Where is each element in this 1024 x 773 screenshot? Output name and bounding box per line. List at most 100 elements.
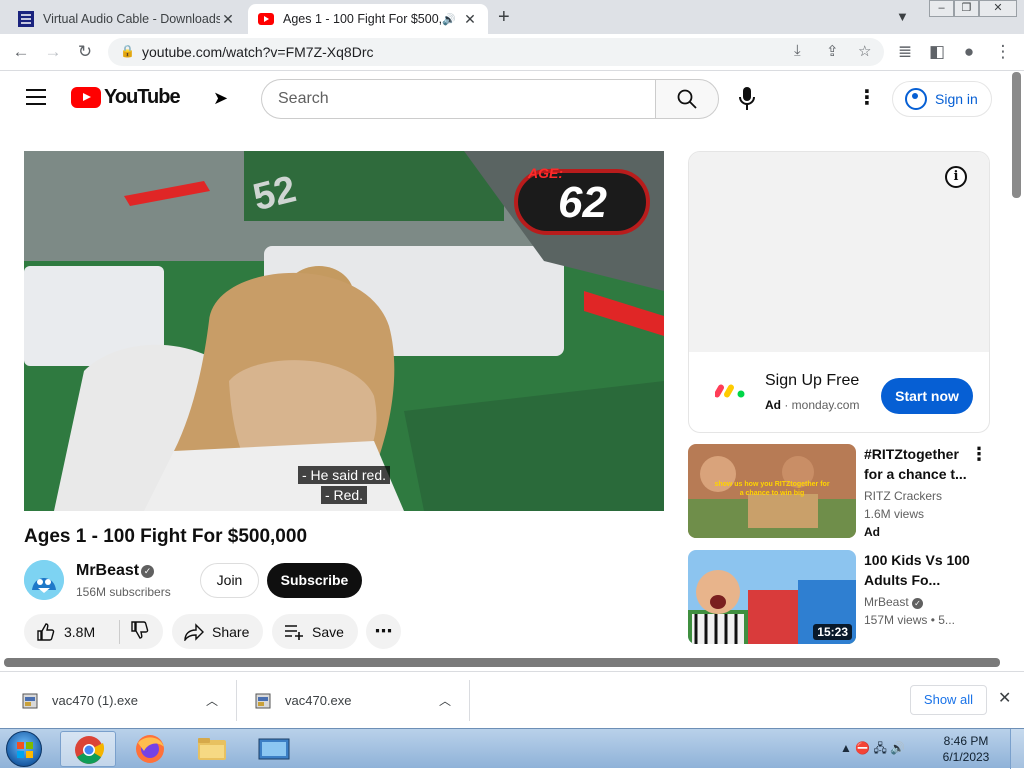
- forward-icon[interactable]: →: [40, 40, 66, 66]
- verified-badge-icon: ✓: [141, 565, 154, 578]
- more-vert-icon[interactable]: ⋮: [970, 444, 988, 465]
- video-title: Ages 1 - 100 Fight For $500,000: [24, 526, 308, 547]
- new-tab-button[interactable]: +: [498, 6, 510, 29]
- sign-in-button[interactable]: Sign in: [892, 81, 992, 117]
- monday-logo-icon: [715, 384, 745, 398]
- tab-search-chevron-icon[interactable]: ▼: [896, 9, 909, 24]
- reload-icon[interactable]: ↻: [72, 40, 98, 66]
- recommendation-thumbnail[interactable]: 15:23: [688, 550, 856, 644]
- tab-youtube-video[interactable]: Ages 1 - 100 Fight For $500,000 🔊 ✕: [248, 4, 488, 34]
- recommendation-title[interactable]: 100 Kids Vs 100 Adults Fo...: [864, 550, 972, 590]
- download-shelf: vac470 (1).exe ︿ vac470.exe ︿ Show all ✕: [0, 671, 1024, 728]
- search-input[interactable]: Search: [261, 79, 656, 119]
- sign-in-label: Sign in: [935, 91, 978, 107]
- download-options-chevron-icon[interactable]: ︿: [439, 692, 451, 709]
- system-tray[interactable]: ▲ ⛔ 🖧 🔊: [840, 739, 905, 760]
- search-button[interactable]: [655, 79, 719, 119]
- save-label: Save: [312, 623, 344, 640]
- guide-menu-icon[interactable]: [26, 89, 46, 110]
- firefox-icon: [136, 735, 164, 763]
- tab-virtual-audio-cable[interactable]: Virtual Audio Cable - Downloads ✕: [8, 4, 246, 34]
- share-page-icon[interactable]: ⇪: [826, 42, 839, 60]
- youtube-logo-text: YouTube: [104, 86, 181, 108]
- ad-card[interactable]: i Sign Up Free Ad · monday.com Start now: [688, 151, 990, 433]
- url-text[interactable]: youtube.com/watch?v=FM7Z-Xq8Drc: [142, 44, 373, 60]
- vac-favicon-icon: [18, 11, 34, 27]
- system-clock[interactable]: 8:46 PM 6/1/2023: [938, 733, 994, 765]
- thumbnail-caption: show us how you RITZtogether for a chanc…: [714, 481, 830, 497]
- save-button[interactable]: Save: [272, 614, 358, 649]
- download-options-chevron-icon[interactable]: ︿: [206, 692, 218, 709]
- close-shelf-icon[interactable]: ✕: [998, 688, 1011, 708]
- chrome-menu-icon[interactable]: ⋮: [990, 40, 1016, 66]
- maximize-button[interactable]: ❐: [954, 0, 979, 17]
- join-button[interactable]: Join: [200, 563, 259, 598]
- folder-icon: [198, 738, 226, 760]
- share-button[interactable]: Share: [172, 614, 263, 649]
- thumbs-up-icon: [37, 622, 55, 641]
- start-button[interactable]: [6, 731, 42, 767]
- show-all-downloads-button[interactable]: Show all: [910, 685, 987, 715]
- recommendation-item[interactable]: show us how you RITZtogether for a chanc…: [688, 444, 990, 540]
- download-item[interactable]: vac470.exe ︿: [255, 672, 465, 729]
- shelf-divider: [469, 680, 470, 721]
- channel-avatar[interactable]: [24, 560, 64, 600]
- settings-more-icon[interactable]: ⋮: [857, 88, 877, 108]
- playlist-add-icon: [285, 624, 303, 640]
- ad-media[interactable]: [689, 152, 989, 352]
- download-item[interactable]: vac470 (1).exe ︿: [22, 672, 232, 729]
- more-horizontal-icon: ⋯: [374, 621, 393, 641]
- side-panel-icon[interactable]: ◧: [924, 40, 950, 66]
- recommendation-channel: RITZ Crackers: [864, 489, 942, 503]
- media-controls-icon[interactable]: ≣: [892, 40, 918, 66]
- bookmark-star-icon[interactable]: ☆: [858, 42, 871, 60]
- ad-cta-button[interactable]: Start now: [881, 378, 973, 414]
- channel-name[interactable]: MrBeast: [76, 562, 139, 580]
- browser-toolbar: ← → ↻ 🔒 youtube.com/watch?v=FM7Z-Xq8Drc …: [0, 34, 1024, 71]
- microphone-icon[interactable]: [737, 86, 757, 112]
- recommendation-view-count: 157M views: [864, 613, 928, 627]
- horizontal-scrollbar[interactable]: [4, 658, 1000, 667]
- taskbar-display[interactable]: [246, 731, 302, 767]
- thumbs-down-icon: [131, 621, 149, 639]
- ad-info-icon[interactable]: i: [945, 166, 967, 188]
- video-player[interactable]: 52 AGE: 62 - He said red. - Red.: [24, 151, 664, 511]
- windows-taskbar: ▲ ⛔ 🖧 🔊 8:46 PM 6/1/2023: [0, 728, 1024, 769]
- tab-close-icon[interactable]: ✕: [220, 11, 236, 28]
- clock-date: 6/1/2023: [942, 750, 990, 764]
- show-desktop-button[interactable]: [1010, 729, 1024, 769]
- speaker-icon[interactable]: 🔊: [442, 13, 456, 26]
- mouse-cursor-icon: ➤: [213, 88, 229, 108]
- clock-time: 8:46 PM: [943, 734, 989, 748]
- ad-headline[interactable]: Sign Up Free: [765, 372, 859, 390]
- download-filename: vac470 (1).exe: [52, 693, 138, 708]
- search-icon: [677, 89, 697, 109]
- address-bar[interactable]: 🔒 youtube.com/watch?v=FM7Z-Xq8Drc ⤓ ⇪ ☆: [108, 38, 884, 66]
- tab-close-icon[interactable]: ✕: [462, 11, 478, 28]
- age-badge-value: 62: [558, 178, 607, 227]
- minimize-button[interactable]: –: [929, 0, 954, 17]
- video-duration: 15:23: [813, 624, 852, 640]
- recommendation-title[interactable]: #RITZtogether for a chance t...: [864, 444, 972, 484]
- taskbar-explorer[interactable]: [184, 731, 240, 767]
- verified-badge-icon: ✓: [912, 598, 924, 609]
- subscribe-button[interactable]: Subscribe: [267, 563, 362, 598]
- close-window-button[interactable]: ✕: [979, 0, 1017, 17]
- recommendation-thumbnail[interactable]: show us how you RITZtogether for a chanc…: [688, 444, 856, 538]
- share-arrow-icon: [184, 622, 204, 641]
- install-app-icon[interactable]: ⤓: [794, 42, 801, 59]
- taskbar-firefox[interactable]: [122, 731, 178, 767]
- taskbar-chrome[interactable]: [60, 731, 116, 767]
- lock-icon[interactable]: 🔒: [120, 44, 135, 58]
- recommendation-item[interactable]: 15:23 100 Kids Vs 100 Adults Fo... MrBea…: [688, 550, 990, 646]
- like-count: 3.8M: [64, 623, 96, 640]
- youtube-logo[interactable]: YouTube: [71, 86, 181, 109]
- dislike-button[interactable]: [120, 620, 150, 643]
- back-icon[interactable]: ←: [8, 40, 34, 66]
- display-icon: [258, 738, 290, 760]
- tab-strip: Virtual Audio Cable - Downloads ✕ Ages 1…: [0, 0, 1024, 34]
- vertical-scrollbar[interactable]: [1012, 72, 1021, 198]
- more-actions-button[interactable]: ⋯: [366, 614, 401, 649]
- like-button[interactable]: 3.8M: [24, 619, 120, 644]
- profile-icon[interactable]: ●: [956, 40, 982, 66]
